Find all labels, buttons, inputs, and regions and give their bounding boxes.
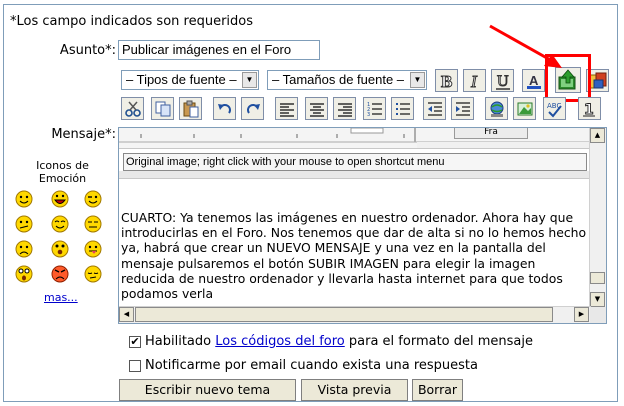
notify-checkbox[interactable] (129, 360, 141, 372)
unordered-list-button[interactable] (391, 97, 414, 120)
scissors-icon (124, 101, 141, 117)
message-content[interactable]: CUARTO: Ya tenemos las imágenes en nuest… (121, 210, 591, 301)
outdent-button[interactable] (423, 97, 446, 120)
scroll-right-icon[interactable]: ▶ (574, 307, 589, 322)
font-type-value: – Tipos de fuente – (126, 72, 237, 87)
new-topic-button[interactable]: Escribir nuevo tema (119, 379, 296, 401)
spellcheck-icon: ABC (547, 102, 562, 117)
align-left-button[interactable] (275, 97, 298, 120)
copy-icon (155, 101, 170, 116)
bold-icon: B (440, 72, 452, 90)
angry-emoticon-icon[interactable] (51, 265, 69, 283)
align-center-icon (309, 102, 324, 117)
svg-text:B: B (441, 72, 452, 90)
confused-emoticon-icon[interactable] (15, 215, 33, 233)
svg-text:3: 3 (367, 112, 370, 118)
vertical-scrollbar[interactable]: ▲ ▼ (589, 128, 606, 308)
indent-button[interactable] (451, 97, 474, 120)
wink-emoticon-icon[interactable] (84, 190, 102, 208)
svg-text:A: A (529, 73, 539, 88)
unordered-list-icon (395, 102, 410, 115)
indent-icon (455, 101, 470, 116)
undo-icon (217, 103, 231, 114)
horizontal-scroll-thumb[interactable] (135, 307, 553, 322)
align-center-button[interactable] (305, 97, 328, 120)
smile-emoticon-icon[interactable] (15, 190, 33, 208)
insert-picture-button[interactable] (513, 97, 536, 120)
outdent-icon (427, 101, 442, 116)
picture-icon (517, 102, 532, 115)
chevron-down-icon: ▼ (410, 72, 425, 88)
surprised-emoticon-icon[interactable] (51, 240, 69, 258)
sleepy-emoticon-icon[interactable] (84, 265, 102, 283)
spell-check-button[interactable]: ABC (543, 97, 566, 120)
chevron-down-icon: ▼ (242, 72, 257, 88)
subject-label: Asunto*: (59, 43, 116, 58)
svg-text:I: I (470, 72, 478, 90)
vertical-scroll-thumb[interactable] (590, 272, 605, 284)
neutral-emoticon-icon[interactable] (84, 215, 102, 233)
more-emoticons-link[interactable]: mas... (44, 291, 78, 304)
insert-link-button[interactable] (485, 97, 508, 120)
font-size-value: – Tamaños de fuente – (272, 72, 405, 87)
scroll-up-icon[interactable]: ▲ (590, 128, 605, 143)
font-type-select[interactable]: – Tipos de fuente – ▼ (121, 70, 259, 90)
forum-codes-checkbox[interactable]: ✔ (129, 336, 141, 348)
copy-button[interactable] (151, 97, 174, 120)
align-right-button[interactable] (333, 97, 356, 120)
special-char-icon: 1 (582, 101, 595, 118)
happy-emoticon-icon[interactable] (51, 215, 69, 233)
ruler-frame-button[interactable]: Fra (454, 128, 528, 139)
font-size-select[interactable]: – Tamaños de fuente – ▼ (267, 70, 427, 90)
special-char-button[interactable]: 1 (578, 97, 601, 120)
horizontal-scrollbar[interactable]: ◀ ▶ (119, 306, 591, 323)
annotation-arrow-icon (489, 24, 562, 68)
bold-button[interactable]: B (435, 69, 458, 92)
redo-button[interactable] (241, 97, 264, 120)
insert-image-icon (589, 72, 606, 88)
editor-ruler: Fra (119, 128, 591, 149)
message-editor[interactable]: Fra Original image; right click with you… (118, 127, 607, 324)
forum-codes-suffix: para el formato del mensaje (348, 334, 533, 349)
scroll-corner (590, 307, 606, 323)
redo-icon (246, 103, 260, 114)
paste-icon (183, 100, 198, 117)
forum-codes-prefix: Habilitado (145, 334, 212, 349)
clear-button[interactable]: Borrar (412, 379, 463, 401)
sad-emoticon-icon[interactable] (15, 240, 33, 258)
font-color-icon: A (526, 73, 541, 89)
ordered-list-button[interactable]: 123 (363, 97, 386, 120)
undo-button[interactable] (213, 97, 236, 120)
image-tooltip: Original image; right click with your mo… (123, 153, 587, 171)
scroll-left-icon[interactable]: ◀ (119, 307, 134, 322)
align-right-icon (337, 102, 352, 117)
subject-input[interactable]: Publicar imágenes en el Foro (118, 40, 320, 60)
italic-button[interactable]: I (463, 69, 486, 92)
scroll-down-icon[interactable]: ▼ (590, 292, 605, 307)
emoticons-title: Iconos de Emoción (36, 159, 89, 185)
editor-image-band (119, 171, 591, 179)
globe-link-icon (490, 101, 503, 117)
svg-text:U: U (497, 73, 509, 90)
paste-button[interactable] (179, 97, 202, 120)
forum-codes-option: Habilitado Los códigos del foro para el … (145, 334, 533, 349)
preview-button[interactable]: Vista previa (301, 379, 408, 401)
required-note: *Los campo indicados son requeridos (10, 14, 254, 29)
forum-codes-link[interactable]: Los códigos del foro (215, 334, 345, 349)
underline-icon: U (495, 72, 510, 90)
cut-button[interactable] (121, 97, 144, 120)
italic-icon: I (469, 72, 478, 90)
message-label: Mensaje*: (51, 127, 116, 142)
ordered-list-icon: 123 (367, 102, 382, 118)
notify-label: Notificarme por email cuando exista una … (145, 358, 478, 373)
align-left-icon (279, 102, 294, 117)
shocked-emoticon-icon[interactable] (15, 265, 33, 283)
grin-emoticon-icon[interactable] (51, 190, 69, 208)
tongue-emoticon-icon[interactable] (84, 240, 102, 258)
